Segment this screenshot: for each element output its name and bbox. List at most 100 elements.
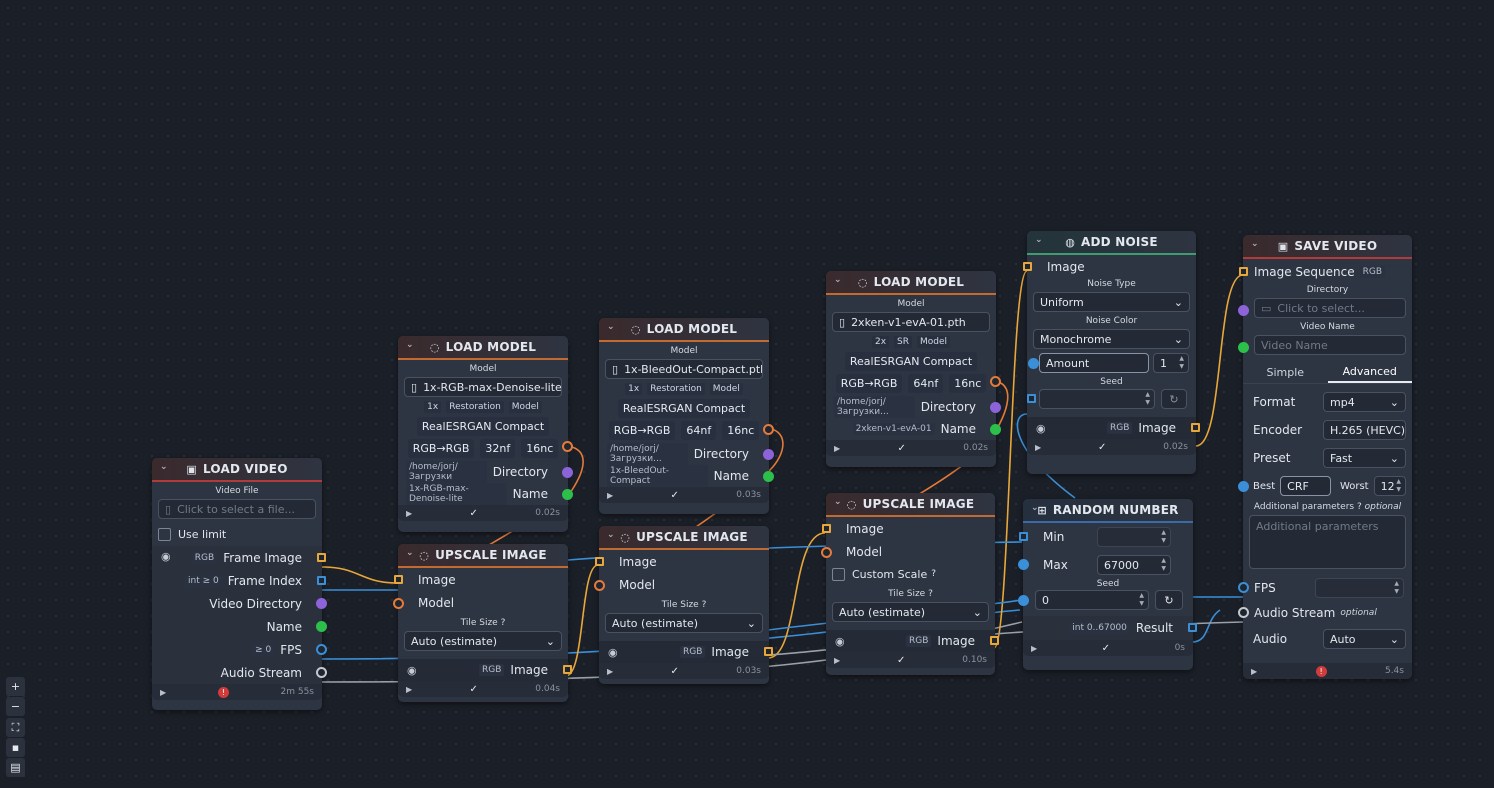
input-handle[interactable] (822, 524, 831, 533)
save-video-node[interactable]: ⌄ ▣ SAVE VIDEO Image Sequence RGB Directory… (1238, 235, 1412, 679)
load-video-node[interactable]: ⌄ ▣ LOAD VIDEO Video File ▯ Click to sele… (152, 458, 327, 710)
collapse-icon[interactable]: ⌄ (1031, 503, 1039, 513)
max-input-handle[interactable] (1018, 559, 1029, 570)
run-icon[interactable]: ▶ (160, 688, 166, 697)
load-model-node-2[interactable]: ⌄ ◌ LOAD MODEL Model ▯ 1x-BleedOut-Compact.… (599, 318, 774, 514)
tile-size-select[interactable]: Auto (estimate) ⌄ (832, 602, 989, 622)
stepper-icon[interactable]: ▲ ▼ (1394, 580, 1399, 596)
output-handle[interactable] (562, 489, 573, 500)
custom-scale-checkbox[interactable] (832, 567, 845, 581)
collapse-icon[interactable]: ⌄ (406, 548, 414, 558)
run-icon[interactable]: ▶ (607, 667, 613, 676)
model-file-picker[interactable]: ▯ 1x-BleedOut-Compact.pth (605, 359, 763, 379)
export-icon[interactable]: ▤ (6, 758, 25, 777)
reseed-button[interactable]: ↻ (1161, 389, 1187, 409)
load-model-header[interactable]: ⌄ ◌ LOAD MODEL (398, 336, 568, 360)
output-handle[interactable] (316, 667, 327, 678)
collapse-icon[interactable]: ⌄ (607, 322, 615, 332)
load-model-header[interactable]: ⌄ ◌ LOAD MODEL (826, 271, 996, 295)
output-handle[interactable] (990, 424, 1001, 435)
stepper-icon[interactable]: ▲ ▼ (1161, 557, 1166, 573)
output-handle[interactable] (316, 598, 327, 609)
collapse-icon[interactable]: ⌄ (607, 530, 615, 540)
eye-icon[interactable]: ◉ (835, 635, 845, 648)
upscale-image-node-2[interactable]: ⌄ ◌ UPSCALE IMAGE Image Model Tile Size ? … (594, 526, 773, 684)
input-handle[interactable] (1239, 267, 1248, 276)
lock-icon[interactable]: ▪ (6, 738, 25, 757)
amount-stepper[interactable]: 1 ▲ ▼ (1153, 353, 1189, 373)
upscale-header[interactable]: ⌄ ◌ UPSCALE IMAGE (599, 526, 769, 550)
directory-picker[interactable]: ▭ Click to select... (1254, 298, 1406, 318)
fps-input-handle[interactable] (1238, 582, 1249, 593)
output-handle[interactable] (990, 636, 999, 645)
run-icon[interactable]: ▶ (834, 444, 840, 453)
noise-type-select[interactable]: Uniform ⌄ (1033, 292, 1190, 312)
input-handle[interactable] (1023, 262, 1032, 271)
input-handle[interactable] (594, 580, 605, 591)
upscale-header[interactable]: ⌄ ◌ UPSCALE IMAGE (398, 544, 568, 568)
crf-input-handle[interactable] (1238, 481, 1249, 492)
output-handle[interactable] (1188, 623, 1197, 632)
output-handle[interactable] (563, 665, 572, 674)
input-handle[interactable] (394, 575, 403, 584)
run-icon[interactable]: ▶ (1031, 644, 1037, 653)
run-icon[interactable]: ▶ (607, 491, 613, 500)
load-model-node-1[interactable]: ⌄ ◌ LOAD MODEL Model ▯ 1x-RGB-max-Denoise-l… (398, 336, 573, 532)
error-icon[interactable]: ! (217, 686, 229, 698)
upscale-header[interactable]: ⌄ ◌ UPSCALE IMAGE (826, 493, 995, 517)
video-name-input-handle[interactable] (1238, 342, 1249, 353)
save-video-header[interactable]: ⌄ ▣ SAVE VIDEO (1243, 235, 1412, 259)
output-handle[interactable] (317, 553, 326, 562)
format-select[interactable]: mp4 ⌄ (1323, 392, 1406, 412)
zoom-in-icon[interactable]: + (6, 677, 25, 696)
eye-icon[interactable]: ◉ (608, 646, 618, 659)
error-icon[interactable]: ! (1315, 665, 1327, 677)
additional-params-input[interactable]: Additional parameters (1249, 515, 1406, 569)
random-number-node[interactable]: ⌄ ⊞ RANDOM NUMBER Min ▲ ▼ Max 67000 ▲ ▼ Seed … (1018, 499, 1197, 670)
audio-select[interactable]: Auto ⌄ (1323, 629, 1406, 649)
audio-stream-input-handle[interactable] (1238, 607, 1249, 618)
seed-input-handle[interactable] (1027, 394, 1036, 403)
model-file-picker[interactable]: ▯ 2xken-v1-evA-01.pth (832, 312, 990, 332)
video-name-input[interactable]: Video Name (1254, 335, 1406, 355)
seed-input-handle[interactable] (1018, 595, 1029, 606)
model-output-handle[interactable] (990, 376, 1001, 387)
run-icon[interactable]: ▶ (1035, 443, 1041, 452)
fit-view-icon[interactable]: ⛶ (6, 718, 25, 737)
output-handle[interactable] (316, 644, 327, 655)
output-handle[interactable] (990, 402, 1001, 413)
stepper-icon[interactable]: ▲ ▼ (1145, 391, 1150, 407)
output-handle[interactable] (562, 467, 573, 478)
collapse-icon[interactable]: ⌄ (834, 275, 842, 285)
load-video-header[interactable]: ⌄ ▣ LOAD VIDEO (152, 458, 322, 482)
output-handle[interactable] (764, 647, 773, 656)
run-icon[interactable]: ▶ (1251, 667, 1257, 676)
collapse-icon[interactable]: ⌄ (834, 497, 842, 507)
model-output-handle[interactable] (763, 424, 774, 435)
tile-size-select[interactable]: Auto (estimate) ⌄ (605, 613, 763, 633)
output-handle[interactable] (316, 621, 327, 632)
stepper-icon[interactable]: ▲ ▼ (1161, 529, 1166, 545)
seed-field[interactable]: 0 ▲ ▼ (1035, 590, 1149, 610)
run-icon[interactable]: ▶ (834, 656, 840, 665)
noise-color-select[interactable]: Monochrome ⌄ (1033, 329, 1190, 349)
amount-input-handle[interactable] (1028, 358, 1039, 369)
input-handle[interactable] (821, 547, 832, 558)
fps-field[interactable]: ▲ ▼ (1315, 577, 1404, 598)
stepper-icon[interactable]: ▲ ▼ (1139, 592, 1144, 608)
tab-simple[interactable]: Simple (1243, 361, 1328, 383)
add-noise-node[interactable]: ⌄ ◍ ADD NOISE Image Noise Type Uniform ⌄ No… (1023, 231, 1200, 474)
add-noise-header[interactable]: ⌄ ◍ ADD NOISE (1027, 231, 1196, 255)
max-field[interactable]: 67000 ▲ ▼ (1097, 555, 1171, 575)
video-file-picker[interactable]: ▯ Click to select a file... (158, 499, 316, 519)
random-number-header[interactable]: ⌄ ⊞ RANDOM NUMBER (1023, 499, 1193, 523)
load-model-header[interactable]: ⌄ ◌ LOAD MODEL (599, 318, 769, 342)
input-handle[interactable] (595, 557, 604, 566)
stepper-icon[interactable]: ▲ ▼ (1396, 478, 1401, 494)
upscale-image-node-3[interactable]: ⌄ ◌ UPSCALE IMAGE Image Model Custom Scale… (821, 493, 999, 675)
model-file-picker[interactable]: ▯ 1x-RGB-max-Denoise-lite.... (404, 377, 562, 397)
encoder-select[interactable]: H.265 (HEVC)⌄ (1323, 420, 1406, 440)
reseed-button[interactable]: ↻ (1155, 590, 1183, 610)
seed-field[interactable]: ▲ ▼ (1039, 389, 1155, 409)
output-handle[interactable] (1191, 423, 1200, 432)
